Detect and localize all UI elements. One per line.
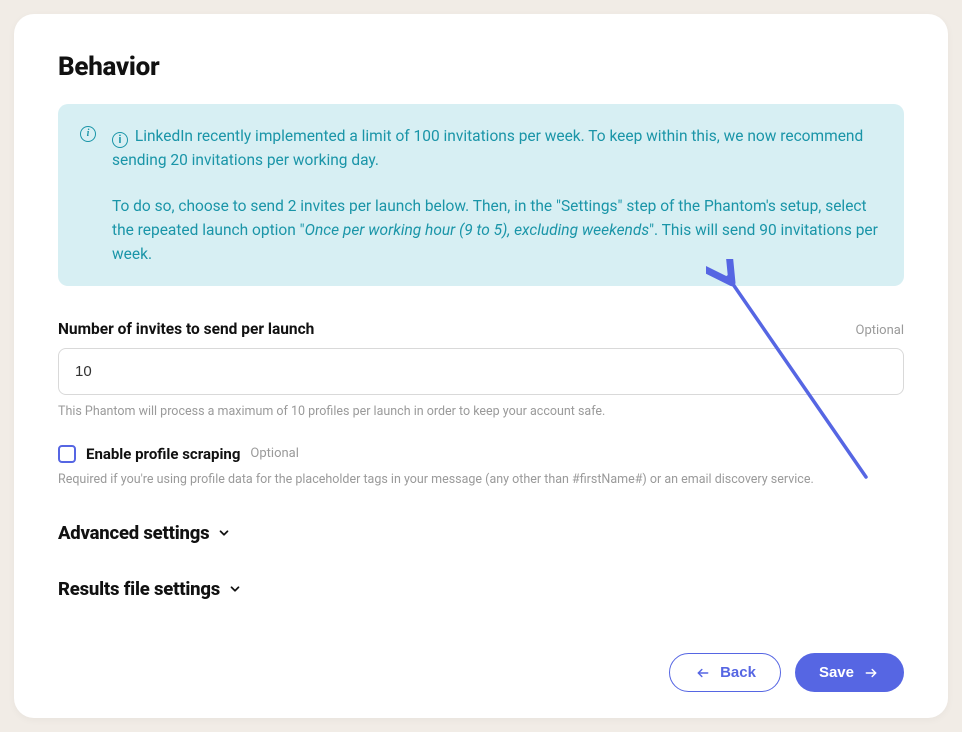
info-inline-icon: i (112, 132, 128, 148)
page-title: Behavior (58, 52, 904, 82)
results-file-settings-toggle[interactable]: Results file settings (58, 578, 904, 600)
invites-field-label: Number of invites to send per launch (58, 320, 314, 338)
arrow-left-icon (694, 666, 712, 680)
scraping-checkbox-row: Enable profile scraping Optional (58, 445, 904, 463)
advanced-settings-label: Advanced settings (58, 522, 209, 544)
invites-optional-badge: Optional (856, 323, 904, 338)
info-paragraph-1: i LinkedIn recently implemented a limit … (112, 124, 880, 172)
behavior-card: Behavior i i LinkedIn recently implement… (14, 14, 948, 718)
scraping-optional-badge: Optional (250, 446, 298, 461)
back-button-label: Back (720, 664, 756, 681)
info-paragraph-2: To do so, choose to send 2 invites per l… (112, 194, 880, 266)
info-banner: i i LinkedIn recently implemented a limi… (58, 104, 904, 286)
scraping-label: Enable profile scraping (86, 445, 240, 463)
back-button[interactable]: Back (669, 653, 781, 692)
invites-input[interactable] (58, 348, 904, 395)
scraping-checkbox[interactable] (58, 445, 76, 463)
save-button[interactable]: Save (795, 653, 904, 692)
save-button-label: Save (819, 664, 854, 681)
chevron-down-icon (217, 526, 231, 540)
invites-field-group: Number of invites to send per launch Opt… (58, 320, 904, 421)
info-icon: i (80, 126, 96, 142)
invites-field-header: Number of invites to send per launch Opt… (58, 320, 904, 338)
chevron-down-icon (228, 582, 242, 596)
advanced-settings-toggle[interactable]: Advanced settings (58, 522, 904, 544)
results-settings-label: Results file settings (58, 578, 220, 600)
scraping-help-text: Required if you're using profile data fo… (58, 471, 904, 489)
invites-help-text: This Phantom will process a maximum of 1… (58, 403, 904, 421)
arrow-right-icon (862, 666, 880, 680)
footer-actions: Back Save (669, 653, 904, 692)
